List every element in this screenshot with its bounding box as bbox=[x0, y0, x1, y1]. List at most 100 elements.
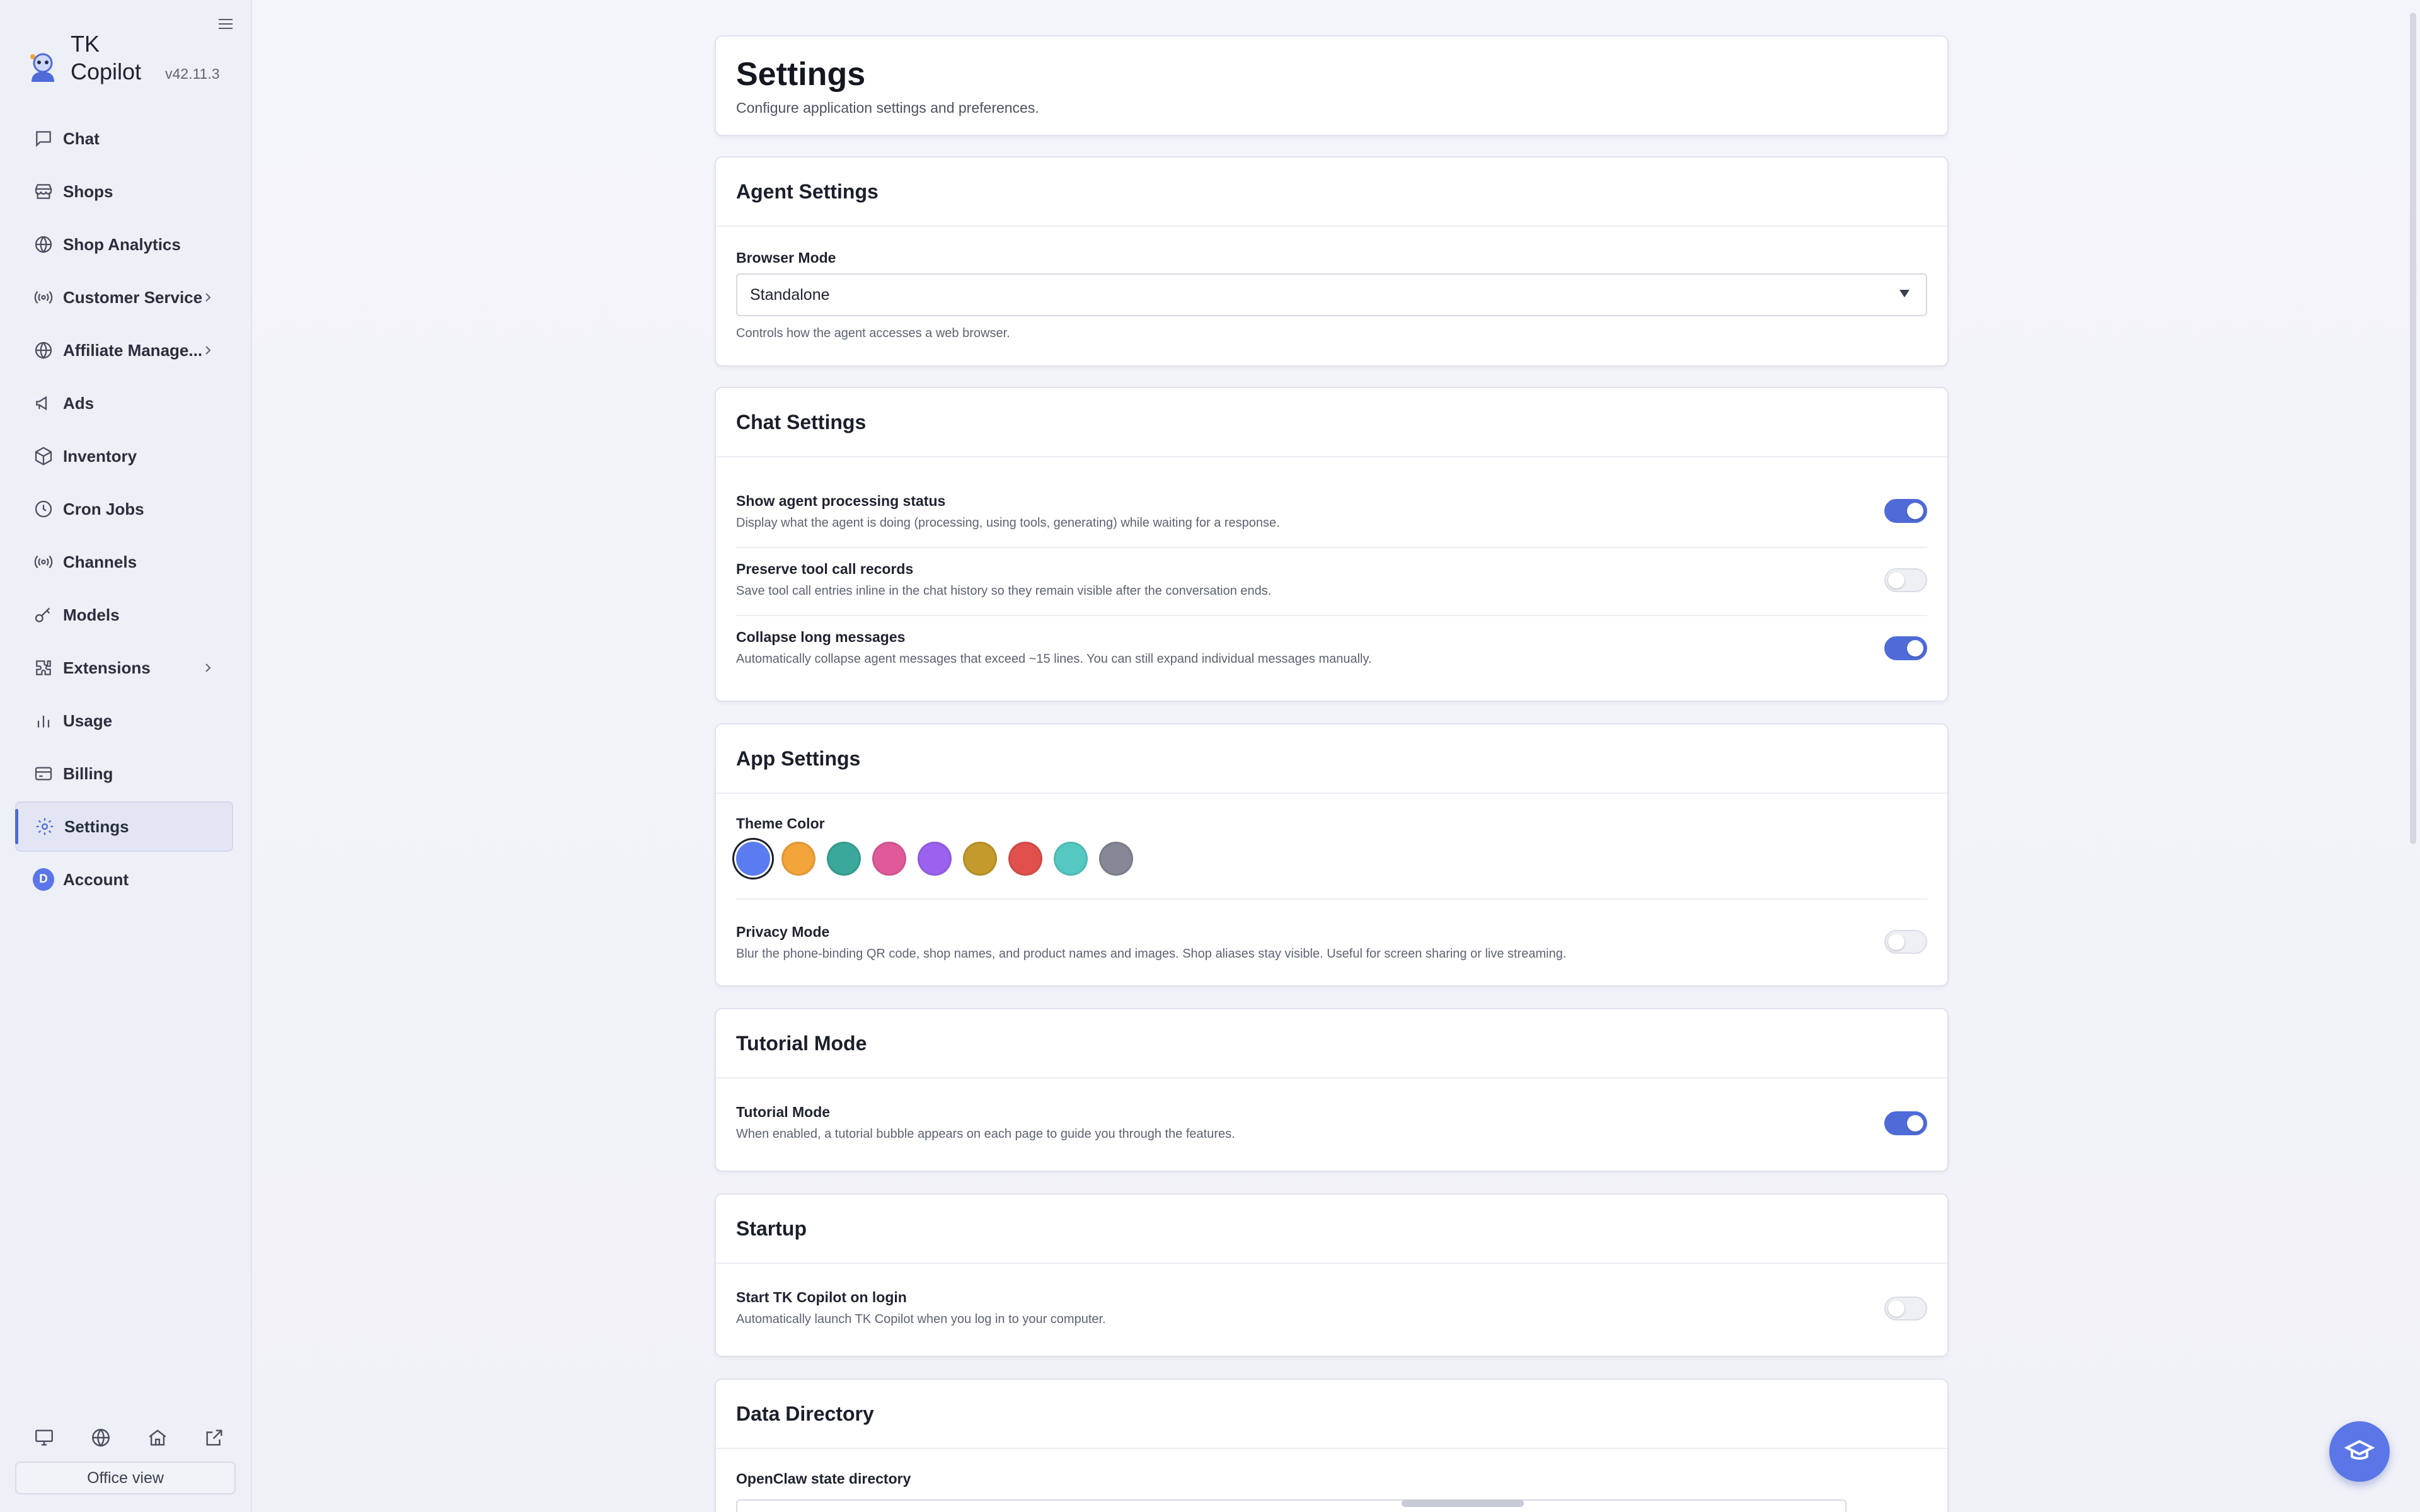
setting-title: Tutorial Mode bbox=[736, 1104, 831, 1120]
main-content: Settings Configure application settings … bbox=[252, 0, 2420, 1512]
sidebar-item-shop-analytics[interactable]: Shop Analytics bbox=[15, 219, 233, 270]
tutorial-mode-card: Tutorial Mode Tutorial Mode When enabled… bbox=[715, 1008, 1949, 1172]
sidebar-item-billing[interactable]: Billing bbox=[15, 748, 233, 799]
setting-description: Automatically launch TK Copilot when you… bbox=[736, 1312, 1106, 1326]
puzzle-icon bbox=[33, 657, 54, 679]
sidebar-item-label: Extensions bbox=[63, 658, 151, 677]
setting-title: Start TK Copilot on login bbox=[736, 1289, 907, 1305]
theme-swatch-cyan[interactable] bbox=[1054, 842, 1088, 876]
theme-swatch-orange[interactable] bbox=[781, 842, 815, 876]
app-name: TK Copilot bbox=[71, 31, 142, 84]
collapse-sidebar-button[interactable] bbox=[217, 15, 234, 33]
sidebar-item-settings[interactable]: Settings bbox=[15, 801, 233, 852]
data-directory-card: Data Directory OpenClaw state directory bbox=[715, 1378, 1949, 1512]
vertical-scrollbar[interactable] bbox=[2410, 13, 2416, 844]
privacy-mode-toggle[interactable] bbox=[1884, 930, 1927, 954]
card-icon bbox=[33, 763, 54, 784]
sidebar-item-channels[interactable]: Channels bbox=[15, 537, 233, 587]
sidebar-item-shops[interactable]: Shops bbox=[15, 166, 233, 217]
theme-swatch-red[interactable] bbox=[1008, 842, 1042, 876]
start-on-login-toggle[interactable] bbox=[1884, 1297, 1927, 1320]
setting-description: Save tool call entries inline in the cha… bbox=[736, 584, 1272, 598]
theme-color-label: Theme Color bbox=[736, 815, 825, 832]
sidebar: TK Copilot v42.11.3 Chat Shops Shop Anal… bbox=[0, 0, 252, 1512]
setting-row-start-on-login: Start TK Copilot on login Automatically … bbox=[736, 1289, 1927, 1327]
theme-swatch-gray[interactable] bbox=[1099, 842, 1133, 876]
theme-swatch-teal[interactable] bbox=[827, 842, 861, 876]
avatar-icon: D bbox=[33, 868, 54, 891]
megaphone-icon bbox=[33, 392, 54, 414]
sidebar-item-label: Models bbox=[63, 605, 120, 624]
row-divider bbox=[736, 898, 1927, 900]
tutorial-mode-toggle[interactable] bbox=[1884, 1111, 1927, 1135]
store-icon bbox=[33, 181, 54, 202]
key-icon bbox=[33, 604, 54, 626]
sidebar-item-label: Ads bbox=[63, 393, 95, 413]
office-view-button[interactable]: Office view bbox=[15, 1462, 236, 1494]
setting-row-preserve-tool-calls: Preserve tool call records Save tool cal… bbox=[736, 561, 1927, 598]
sidebar-item-label: Chat bbox=[63, 129, 100, 148]
setting-row-processing-status: Show agent processing status Display wha… bbox=[736, 493, 1927, 530]
setting-row-tutorial-mode: Tutorial Mode When enabled, a tutorial b… bbox=[736, 1104, 1927, 1142]
horizontal-scrollbar[interactable] bbox=[1402, 1499, 1524, 1507]
sidebar-nav: Chat Shops Shop Analytics Customer Servi… bbox=[15, 113, 233, 907]
sidebar-item-label: Customer Service bbox=[63, 287, 203, 307]
setting-description: When enabled, a tutorial bubble appears … bbox=[736, 1127, 1235, 1141]
tutorial-mode-title: Tutorial Mode bbox=[716, 1009, 1947, 1079]
sidebar-item-label: Cron Jobs bbox=[63, 499, 144, 518]
sidebar-item-extensions[interactable]: Extensions bbox=[15, 643, 233, 693]
processing-status-toggle[interactable] bbox=[1884, 499, 1927, 523]
theme-swatch-purple[interactable] bbox=[918, 842, 952, 876]
setting-description: Blur the phone-binding QR code, shop nam… bbox=[736, 947, 1567, 961]
sidebar-item-customer-service[interactable]: Customer Service bbox=[15, 272, 233, 323]
collapse-long-toggle[interactable] bbox=[1884, 636, 1927, 660]
page-subtitle: Configure application settings and prefe… bbox=[736, 100, 1039, 116]
setting-description: Display what the agent is doing (process… bbox=[736, 516, 1280, 530]
monitor-icon[interactable] bbox=[32, 1425, 57, 1450]
tutorial-help-button[interactable] bbox=[2329, 1421, 2390, 1482]
sidebar-item-account[interactable]: D Account bbox=[15, 854, 233, 905]
copilot-logo-icon bbox=[30, 53, 54, 82]
sidebar-item-affiliate-management[interactable]: Affiliate Manage... bbox=[15, 325, 233, 375]
state-directory-input[interactable] bbox=[736, 1499, 1847, 1512]
brand: TK Copilot v42.11.3 bbox=[25, 30, 220, 86]
page-header-card: Settings Configure application settings … bbox=[715, 35, 1949, 136]
theme-swatch-pink[interactable] bbox=[872, 842, 906, 876]
broadcast-icon bbox=[33, 287, 54, 308]
sidebar-item-ads[interactable]: Ads bbox=[15, 378, 233, 428]
theme-color-swatches bbox=[736, 842, 1144, 876]
app-root: TK Copilot v42.11.3 Chat Shops Shop Anal… bbox=[0, 0, 2420, 1512]
menu-icon bbox=[219, 23, 233, 25]
sidebar-item-label: Account bbox=[63, 869, 129, 889]
home-icon[interactable] bbox=[145, 1425, 170, 1450]
sidebar-item-label: Billing bbox=[63, 764, 113, 783]
browser-mode-value: Standalone bbox=[750, 285, 830, 304]
chat-settings-title: Chat Settings bbox=[716, 388, 1947, 457]
globe-icon bbox=[33, 340, 54, 361]
browser-mode-select[interactable]: Standalone bbox=[736, 273, 1927, 316]
setting-title: Preserve tool call records bbox=[736, 561, 914, 577]
browser-mode-label: Browser Mode bbox=[736, 249, 836, 266]
sidebar-item-label: Channels bbox=[63, 552, 137, 571]
theme-swatch-gold[interactable] bbox=[963, 842, 997, 876]
theme-swatch-blue[interactable] bbox=[736, 842, 770, 876]
startup-card: Startup Start TK Copilot on login Automa… bbox=[715, 1193, 1949, 1357]
globe-icon[interactable] bbox=[88, 1425, 113, 1450]
sidebar-item-usage[interactable]: Usage bbox=[15, 696, 233, 746]
sidebar-item-models[interactable]: Models bbox=[15, 590, 233, 640]
setting-title: Show agent processing status bbox=[736, 493, 946, 509]
agent-settings-card: Agent Settings Browser Mode Standalone C… bbox=[715, 156, 1949, 367]
chat-settings-card: Chat Settings Show agent processing stat… bbox=[715, 387, 1949, 702]
chat-icon bbox=[33, 128, 54, 149]
sidebar-item-cron-jobs[interactable]: Cron Jobs bbox=[15, 484, 233, 534]
app-version: v42.11.3 bbox=[165, 66, 220, 82]
preserve-tool-calls-toggle[interactable] bbox=[1884, 568, 1927, 592]
row-divider bbox=[736, 615, 1927, 616]
sidebar-item-inventory[interactable]: Inventory bbox=[15, 431, 233, 481]
sidebar-item-label: Usage bbox=[63, 711, 113, 730]
sidebar-footer-icons bbox=[25, 1425, 233, 1450]
gear-icon bbox=[34, 816, 55, 837]
sidebar-item-chat[interactable]: Chat bbox=[15, 113, 233, 164]
globe-icon bbox=[33, 234, 54, 255]
external-link-icon[interactable] bbox=[202, 1425, 227, 1450]
